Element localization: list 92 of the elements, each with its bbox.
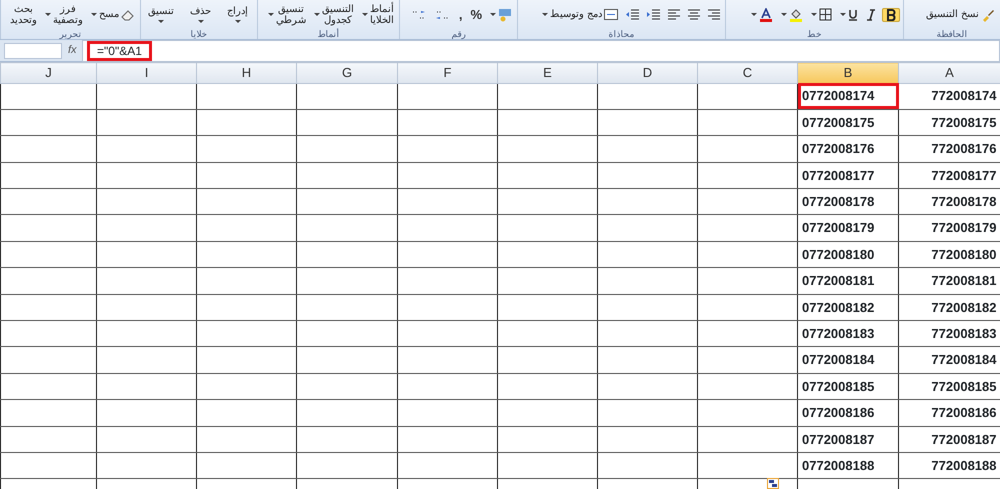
align-center-button[interactable] <box>686 9 702 20</box>
column-header[interactable]: J <box>0 62 96 83</box>
ribbon-button[interactable]: دمج وتوسيط <box>540 9 620 20</box>
table-cell: 0772008179 <box>798 214 898 242</box>
table-cell: 0772008182 <box>798 294 898 321</box>
table-cell: 772008188 <box>898 452 1000 479</box>
table-cell: 0772008174 <box>798 83 898 110</box>
table-cell: 0772008175 <box>798 109 898 136</box>
outdent-button[interactable] <box>624 9 641 20</box>
align-left-button[interactable] <box>666 9 682 20</box>
table-cell: 772008180 <box>898 241 1000 268</box>
table-cell: 772008184 <box>898 346 1000 374</box>
group-label: أنماط <box>316 29 340 39</box>
table-cell: 772008179 <box>898 214 1000 242</box>
table-cell: 0772008185 <box>798 373 898 400</box>
table-cell: 772008182 <box>898 294 1000 321</box>
column-header[interactable]: F <box>398 62 498 83</box>
ribbon-button[interactable]: التنسيق كجدول <box>312 4 356 26</box>
indent-icon <box>647 9 660 20</box>
table-cell: 772008176 <box>898 136 1000 162</box>
group-label: الحافظة <box>936 29 968 39</box>
table-cell: 0772008178 <box>798 188 898 215</box>
eraser-icon <box>121 8 135 20</box>
format-button[interactable]: , <box>456 9 464 20</box>
formula-field[interactable]: ="0"&A1 <box>82 40 1000 62</box>
table-cell: 0772008177 <box>798 162 898 189</box>
paint-bucket-button[interactable] <box>779 8 805 22</box>
align-right-button[interactable] <box>706 9 722 20</box>
group-label: محاذاة <box>608 29 636 39</box>
table-cell: 772008177 <box>898 162 1000 189</box>
table-cell: 772008181 <box>898 268 1000 294</box>
table-cell: 772008186 <box>898 400 1000 426</box>
table-cell: 0772008186 <box>798 400 898 426</box>
grid-button[interactable] <box>809 8 834 21</box>
format-button[interactable]: % <box>468 9 484 20</box>
bold-button[interactable] <box>882 8 900 22</box>
column-header[interactable]: E <box>498 62 598 83</box>
indent-button[interactable] <box>645 9 662 20</box>
align-right-icon <box>708 9 720 20</box>
table-cell: 772008187 <box>898 426 1000 452</box>
column-header[interactable]: C <box>698 62 798 83</box>
underline-icon <box>848 8 858 20</box>
table-cell: 772008175 <box>898 109 1000 136</box>
ribbon-button[interactable]: بحث وتحديد <box>8 4 39 26</box>
formula-text: ="0"&A1 <box>87 40 152 60</box>
outdent-icon <box>626 9 639 20</box>
table-cell: 0772008188 <box>798 452 898 479</box>
column-header[interactable]: A <box>898 62 1000 83</box>
column-header[interactable]: I <box>96 62 196 83</box>
ribbon-button[interactable]: تنسيق شرطي <box>266 4 308 26</box>
group-label: خط <box>806 29 823 39</box>
table-cell: 0772008187 <box>798 426 898 452</box>
bold-icon <box>885 8 897 20</box>
grid-icon <box>819 8 832 21</box>
table-cell: 0772008180 <box>798 241 898 268</box>
column-header[interactable]: B <box>798 62 898 83</box>
table-cell: 772008185 <box>898 373 1000 400</box>
align-center-icon <box>688 9 700 20</box>
brush-icon <box>981 8 995 22</box>
fx-label[interactable]: fx <box>68 42 82 59</box>
column-header[interactable]: H <box>196 62 296 83</box>
group-label: خلايا <box>190 29 208 39</box>
ribbon-button[interactable]: نسخ التنسيق <box>924 8 997 22</box>
table-cell: 0772008183 <box>798 320 898 347</box>
merge-cells-icon <box>604 9 618 20</box>
decrease-decimal-icon <box>410 8 427 20</box>
italic-icon <box>866 8 876 20</box>
group-label: تحرير <box>58 29 82 39</box>
ribbon-button[interactable]: مسح <box>89 8 137 20</box>
font-color-button[interactable] <box>749 8 775 22</box>
table-cell: 772008183 <box>898 320 1000 347</box>
table-cell: 0772008184 <box>798 346 898 374</box>
column-header[interactable]: G <box>296 62 398 83</box>
column-header[interactable]: D <box>598 62 698 83</box>
align-left-icon <box>668 9 680 20</box>
ribbon-button[interactable]: فرز وتصفية <box>43 4 85 26</box>
ribbon-button[interactable]: إدراج <box>221 6 254 23</box>
money-icon <box>498 8 512 22</box>
paint-bucket-icon <box>789 8 803 22</box>
group-label: رقم <box>450 29 466 39</box>
table-cell: 772008178 <box>898 188 1000 215</box>
table-cell: 0772008181 <box>798 268 898 294</box>
italic-button[interactable] <box>864 8 878 20</box>
money-button[interactable] <box>488 8 514 22</box>
table-cell: 772008174 <box>898 83 1000 110</box>
paste-options-icon[interactable] <box>767 478 779 489</box>
ribbon-button[interactable]: تنسيق <box>142 6 180 23</box>
ribbon-button[interactable]: أنماط الخلايا <box>360 4 396 26</box>
underline-button[interactable] <box>838 8 860 20</box>
ribbon-button[interactable]: حذف <box>184 6 217 23</box>
font-color-icon <box>759 8 773 22</box>
table-cell: 0772008176 <box>798 136 898 162</box>
